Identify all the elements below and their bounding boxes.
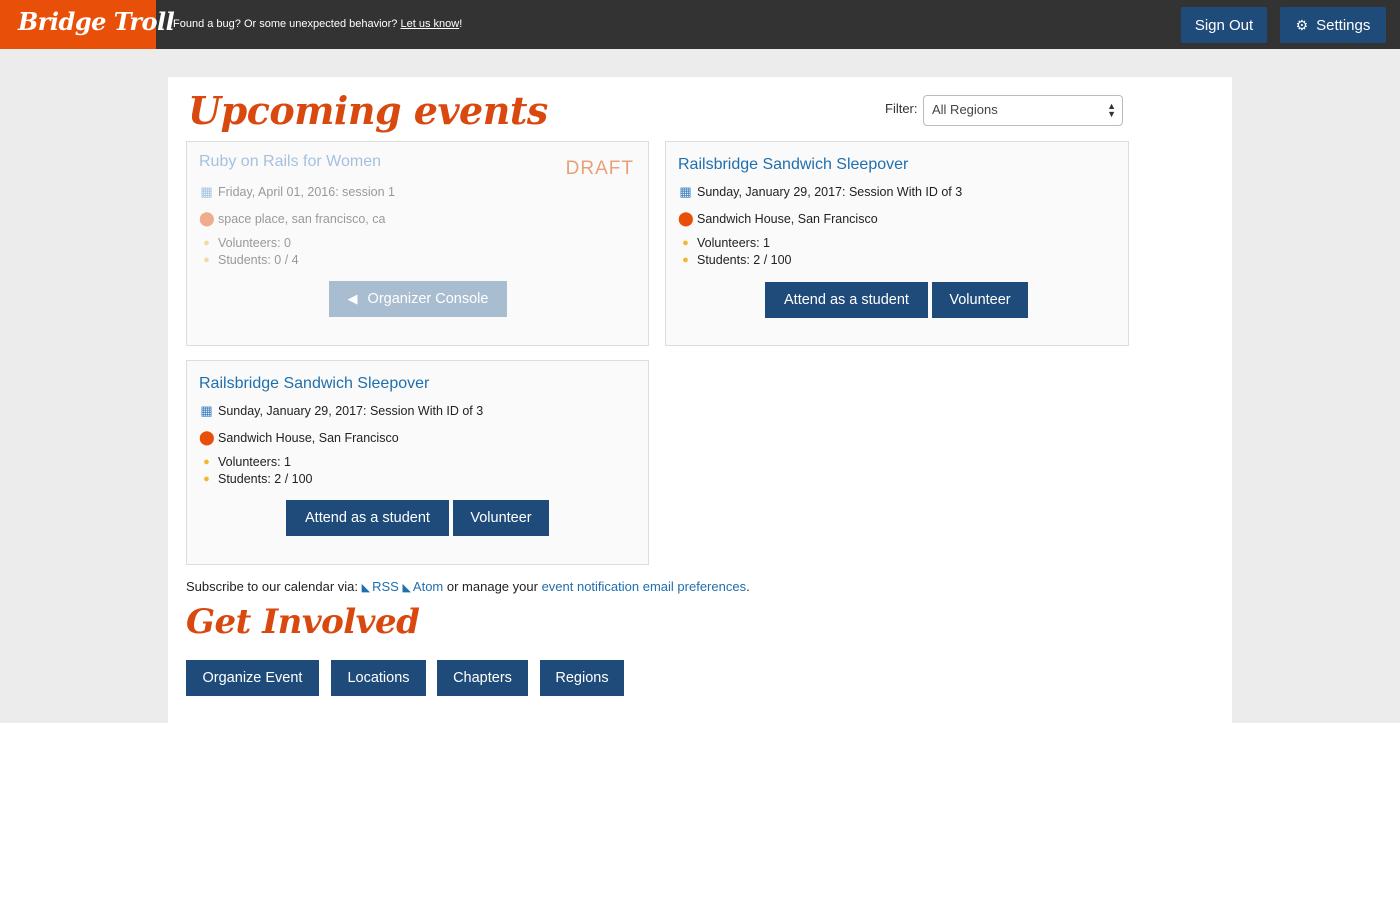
rss-link[interactable]: ◣ RSS (362, 579, 399, 594)
event-volunteers-row: ● Volunteers: 1 (199, 455, 291, 469)
volunteer-label: Volunteer (470, 510, 532, 526)
region-filter-value: All Regions (932, 102, 998, 117)
event-location-row: ⬤ space place, san francisco, ca (199, 210, 385, 227)
volunteer-button[interactable]: Volunteer (932, 282, 1028, 318)
volunteer-label: Volunteer (949, 292, 1011, 308)
event-volunteers-row: ● Volunteers: 0 (199, 236, 291, 250)
user-icon: ● (203, 456, 210, 468)
volunteer-button[interactable]: Volunteer (453, 500, 549, 536)
calendar-icon: ▦ (200, 184, 213, 199)
event-students: Students: 2 / 100 (218, 472, 313, 486)
subscribe-suffix: . (746, 579, 750, 594)
event-location: space place, san francisco, ca (218, 211, 386, 226)
event-students: Students: 0 / 4 (218, 253, 299, 267)
event-volunteers-row: ● Volunteers: 1 (678, 236, 770, 250)
organize-event-button[interactable]: Organize Event (186, 660, 319, 696)
event-card: Railsbridge Sandwich Sleepover ▦ Sunday,… (665, 141, 1129, 346)
event-students-row: ● Students: 2 / 100 (678, 253, 792, 267)
organizer-console-label: Organizer Console (367, 291, 489, 307)
regions-label: Regions (555, 670, 609, 686)
region-filter-select[interactable]: All Regions ▲ ▼ (923, 95, 1123, 126)
email-preferences-link[interactable]: event notification email preferences (542, 579, 747, 594)
regions-button[interactable]: Regions (540, 660, 624, 696)
gear-icon: ⚙ (1295, 16, 1309, 33)
event-location-row: ⬤ Sandwich House, San Francisco (678, 210, 878, 227)
event-students-row: ● Students: 2 / 100 (199, 472, 313, 486)
map-pin-icon: ⬤ (199, 210, 215, 226)
filter-label: Filter: (885, 101, 918, 116)
calendar-icon: ▦ (200, 403, 213, 418)
sign-out-label: Sign Out (1194, 16, 1254, 34)
organizer-console-button[interactable]: ◀ Organizer Console (329, 281, 507, 317)
calendar-icon: ▦ (679, 184, 692, 199)
event-date-row: ▦ Sunday, January 29, 2017: Session With… (678, 184, 962, 200)
atom-link[interactable]: ◣ Atom (402, 579, 443, 594)
event-title-link[interactable]: Railsbridge Sandwich Sleepover (199, 375, 429, 393)
brand-logo[interactable]: Bridge Troll (0, 0, 175, 49)
event-date: Sunday, January 29, 2017: Session With I… (697, 185, 963, 199)
page-title: Upcoming events (188, 88, 548, 133)
subscribe-prefix: Subscribe to our calendar via: (186, 579, 358, 594)
bug-report-link[interactable]: Let us know (401, 18, 460, 30)
rss-icon: ◣ (361, 582, 371, 594)
rss-label: RSS (372, 579, 399, 594)
user-icon: ● (203, 473, 210, 485)
event-location: Sandwich House, San Francisco (697, 211, 878, 226)
locations-label: Locations (347, 670, 410, 686)
bug-report-message: Found a bug? Or some unexpected behavior… (173, 18, 462, 30)
organize-event-label: Organize Event (202, 670, 303, 686)
sign-out-button[interactable]: Sign Out (1181, 7, 1267, 43)
user-icon: ● (203, 254, 210, 266)
subscribe-line: Subscribe to our calendar via: ◣ RSS ◣ Ato… (186, 579, 750, 594)
event-date-row: ▦ Sunday, January 29, 2017: Session With… (199, 403, 483, 419)
subscribe-middle: or manage your (446, 579, 538, 594)
select-arrows-icon: ▲ ▼ (1107, 101, 1116, 119)
event-date: Sunday, January 29, 2017: Session With I… (218, 404, 484, 418)
bug-report-text: Found a bug? Or some unexpected behavior… (173, 18, 398, 30)
event-card: Ruby on Rails for Women ▦ Friday, April … (186, 141, 649, 346)
event-location: Sandwich House, San Francisco (218, 430, 399, 445)
event-volunteers: Volunteers: 0 (218, 236, 291, 250)
map-pin-icon: ⬤ (199, 429, 215, 445)
event-card: Railsbridge Sandwich Sleepover ▦ Sunday,… (186, 360, 649, 565)
event-date: Friday, April 01, 2016: session 1 (218, 185, 395, 199)
user-icon: ● (682, 237, 689, 249)
top-navbar: Bridge Troll Found a bug? Or some unexpe… (0, 0, 1400, 49)
event-students-row: ● Students: 0 / 4 (199, 253, 299, 267)
atom-label: Atom (412, 579, 444, 594)
event-title-link[interactable]: Railsbridge Sandwich Sleepover (678, 156, 908, 174)
map-pin-icon: ⬤ (678, 210, 694, 226)
chapters-label: Chapters (453, 670, 512, 686)
event-volunteers: Volunteers: 1 (697, 236, 770, 250)
event-location-row: ⬤ Sandwich House, San Francisco (199, 429, 399, 446)
locations-button[interactable]: Locations (331, 660, 426, 696)
attend-as-student-button[interactable]: Attend as a student (765, 282, 928, 318)
draft-badge: DRAFT (565, 158, 634, 179)
get-involved-title: Get Involved (186, 602, 420, 642)
brand-name: Bridge Troll (18, 7, 175, 36)
settings-button[interactable]: ⚙ Settings (1280, 7, 1386, 43)
event-students: Students: 2 / 100 (697, 253, 792, 267)
attend-label: Attend as a student (784, 292, 909, 308)
megaphone-icon: ◀ (347, 291, 358, 306)
user-icon: ● (203, 237, 210, 249)
user-icon: ● (682, 254, 689, 266)
chapters-button[interactable]: Chapters (437, 660, 528, 696)
event-date-row: ▦ Friday, April 01, 2016: session 1 (199, 184, 395, 200)
attend-as-student-button[interactable]: Attend as a student (286, 500, 449, 536)
settings-label: Settings (1316, 16, 1371, 34)
bug-report-suffix: ! (459, 18, 463, 30)
event-volunteers: Volunteers: 1 (218, 455, 291, 469)
attend-label: Attend as a student (305, 510, 430, 526)
event-title-link[interactable]: Ruby on Rails for Women (199, 153, 381, 171)
rss-icon: ◣ (402, 582, 411, 594)
